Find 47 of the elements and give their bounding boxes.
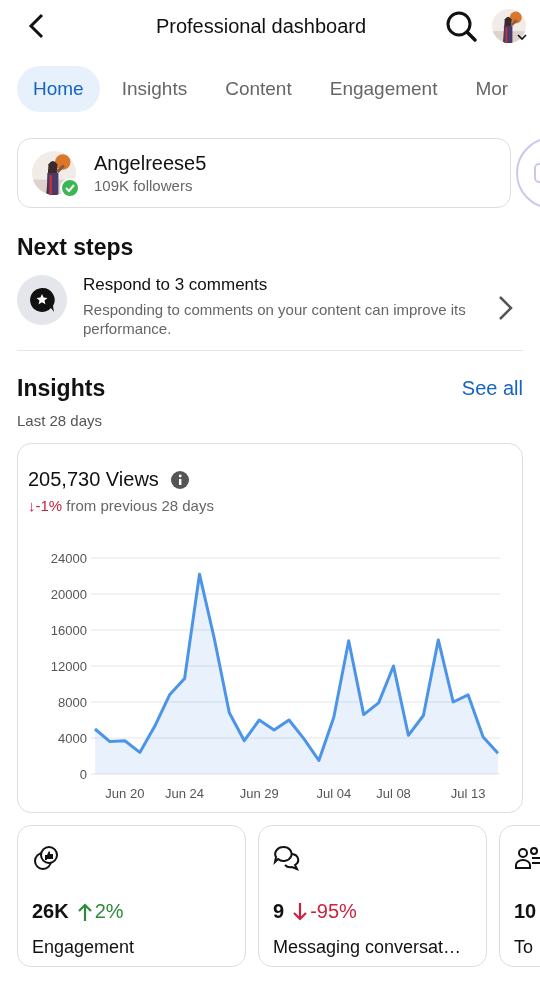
- metric-change: 2%: [94, 900, 124, 923]
- axis-label: Jul 08: [376, 786, 411, 801]
- views-change: ↓-1% from previous 28 days: [28, 497, 215, 514]
- views-total: 205,730 Views: [28, 468, 159, 491]
- metric-card[interactable]: 10 To: [499, 825, 540, 967]
- axis-label: 0: [79, 767, 87, 782]
- tab[interactable]: Insights: [105, 66, 204, 112]
- axis-label: 16000: [50, 623, 87, 638]
- chat-bubbles-icon: [273, 844, 301, 872]
- section-title: Next steps: [17, 234, 135, 261]
- page-title: Professional dashboard: [154, 14, 368, 38]
- axis-label: Jul 04: [316, 786, 352, 801]
- profile-card[interactable]: Angelreese5 109K followers: [17, 138, 511, 208]
- thumbs-up-icon: [32, 844, 60, 872]
- axis-label: 4000: [58, 731, 87, 746]
- axis-label: Jun 24: [165, 786, 205, 801]
- metric-label: Engagement: [32, 937, 136, 958]
- metric-value: 10: [514, 900, 537, 923]
- step-description: Responding to comments on your content can improve its performance.: [83, 300, 467, 338]
- follower-count: 109K followers: [94, 177, 194, 194]
- tab[interactable]: Engagement: [313, 66, 454, 112]
- metric-value: 26K: [32, 900, 69, 923]
- axis-label: Jun 29: [239, 786, 279, 801]
- see-all-link[interactable]: See all: [461, 377, 523, 400]
- step-title[interactable]: Respond to 3 comments: [83, 275, 478, 295]
- metric-label: To: [514, 937, 534, 958]
- metric-label: Messaging conversat…: [273, 937, 463, 958]
- search-icon[interactable]: [444, 9, 478, 43]
- account-name: Angelreese5: [94, 152, 207, 175]
- axis-label: 12000: [50, 659, 87, 674]
- tab[interactable]: Home: [17, 66, 100, 112]
- section-title: Insights: [17, 375, 106, 402]
- axis-label: 20000: [50, 587, 87, 602]
- metric-card[interactable]: 26K 2% Engagement: [17, 825, 246, 967]
- tab[interactable]: Content: [209, 66, 308, 112]
- chevron-down-icon[interactable]: [516, 31, 528, 43]
- axis-label: 24000: [50, 551, 87, 566]
- metric-value: 9: [273, 900, 285, 923]
- metric-change: -95%: [310, 900, 357, 923]
- axis-label: 8000: [58, 695, 87, 710]
- info-icon[interactable]: [170, 470, 189, 489]
- axis-label: Jul 13: [450, 786, 486, 801]
- metric-card[interactable]: 9 -95% Messaging conversat…: [258, 825, 487, 967]
- axis-label: Jun 20: [105, 786, 145, 801]
- period-label: Last 28 days: [17, 412, 104, 429]
- tab[interactable]: Mor: [459, 66, 525, 112]
- people-icon: [514, 844, 540, 872]
